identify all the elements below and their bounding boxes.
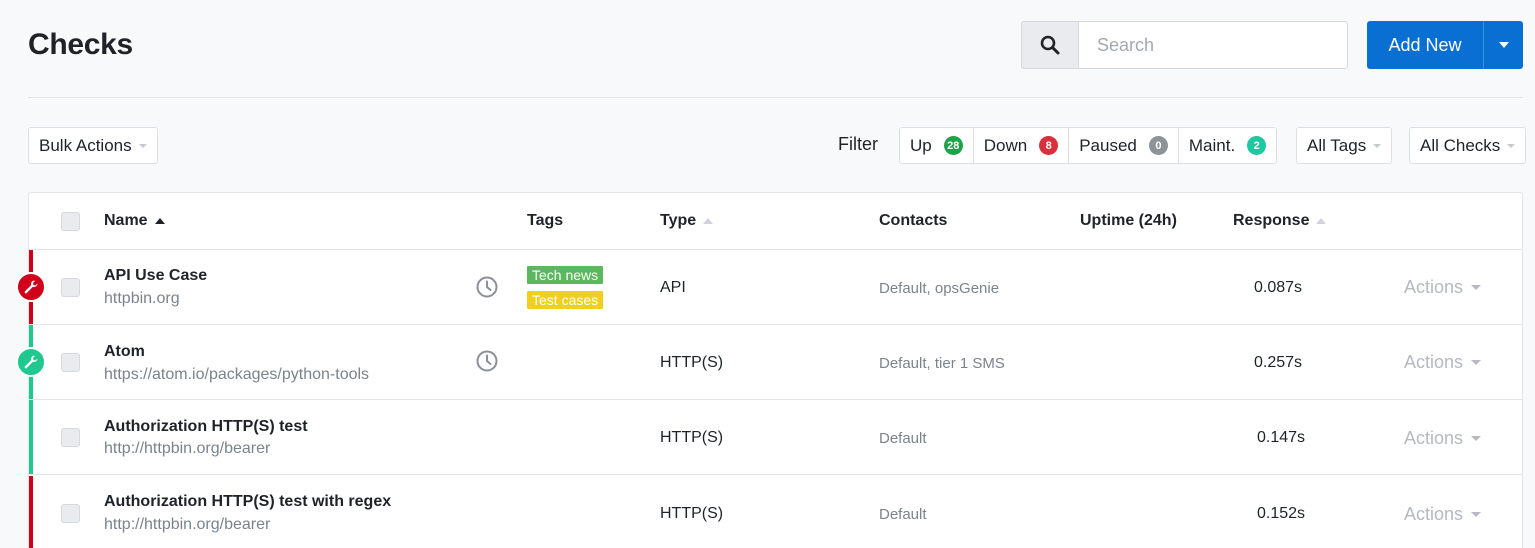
check-contacts: Default	[879, 430, 927, 447]
check-response: 0.257s	[1254, 354, 1303, 371]
column-header-response-label: Response	[1233, 212, 1310, 229]
column-header-type[interactable]: Type	[660, 212, 714, 230]
page-title: Checks	[28, 28, 133, 61]
check-name[interactable]: Authorization HTTP(S) test with regex	[104, 493, 391, 511]
filter-label-up: Up	[910, 135, 932, 155]
table-row[interactable]: Authorization HTTP(S) test http://httpbi…	[29, 400, 1522, 475]
count-badge-maintenance: 2	[1247, 136, 1267, 155]
column-header-uptime: Uptime (24h)	[1080, 212, 1177, 230]
column-header-uptime-label: Uptime (24h)	[1080, 212, 1177, 229]
table-row[interactable]: Atom https://atom.io/packages/python-too…	[16, 325, 1522, 400]
search-group	[1021, 21, 1348, 69]
row-actions-label: Actions	[1404, 504, 1464, 524]
row-actions-label: Actions	[1404, 428, 1464, 448]
check-url: http://httpbin.org/bearer	[104, 440, 271, 457]
sort-ascending-icon	[154, 218, 165, 224]
check-name[interactable]: Atom	[104, 343, 145, 361]
status-filter-group: Up 28 Down 8 Paused 0 Maint. 2	[899, 127, 1278, 164]
row-actions-dropdown[interactable]: Actions	[1404, 428, 1482, 449]
search-input[interactable]	[1078, 21, 1348, 69]
caret-down-icon	[1471, 512, 1482, 517]
row-actions-label: Actions	[1404, 352, 1464, 372]
sort-icon	[703, 218, 714, 224]
caret-down-icon	[1471, 360, 1482, 365]
filter-label-paused: Paused	[1079, 135, 1137, 155]
check-type: HTTP(S)	[660, 505, 724, 522]
table-header: Name Tags Type Contacts Uptime (24h) Res…	[29, 193, 1522, 250]
caret-down-icon	[1507, 143, 1516, 148]
sort-icon	[1316, 218, 1327, 224]
row-actions-label: Actions	[1404, 277, 1464, 297]
filter-up[interactable]: Up 28	[900, 128, 974, 163]
row-actions-dropdown[interactable]: Actions	[1404, 277, 1482, 298]
check-type: HTTP(S)	[660, 354, 724, 371]
row-actions-dropdown[interactable]: Actions	[1404, 504, 1482, 525]
filter-label-down: Down	[983, 135, 1028, 155]
check-type: API	[660, 279, 686, 296]
check-name[interactable]: Authorization HTTP(S) test	[104, 418, 308, 436]
check-url: https://atom.io/packages/python-tools	[104, 366, 370, 383]
header-divider	[28, 97, 1523, 98]
filter-maintenance[interactable]: Maint. 2	[1179, 128, 1276, 163]
column-header-contacts-label: Contacts	[879, 212, 948, 229]
column-header-contacts: Contacts	[879, 212, 947, 230]
all-tags-label: All Tags	[1307, 135, 1367, 155]
filter-label-maintenance: Maint.	[1188, 135, 1236, 155]
check-type: HTTP(S)	[660, 429, 724, 446]
check-contacts: Default, opsGenie	[879, 280, 1000, 297]
row-checkbox[interactable]	[61, 504, 80, 523]
caret-down-icon	[1471, 285, 1482, 290]
add-new-button[interactable]: Add New	[1367, 21, 1483, 69]
column-header-tags-label: Tags	[527, 212, 564, 229]
status-indicator-down	[29, 476, 33, 548]
check-response: 0.147s	[1257, 429, 1306, 446]
clock-icon	[476, 276, 498, 298]
column-header-name-label: Name	[104, 212, 148, 229]
wrench-icon	[16, 347, 46, 377]
column-header-name[interactable]: Name	[104, 212, 165, 230]
check-response: 0.152s	[1257, 505, 1306, 522]
row-checkbox[interactable]	[61, 428, 80, 447]
column-header-response[interactable]: Response	[1233, 212, 1327, 230]
check-url: httpbin.org	[104, 290, 180, 307]
status-indicator-up	[29, 400, 33, 474]
caret-down-icon	[138, 143, 147, 148]
table-row[interactable]: Authorization HTTP(S) test with regex ht…	[29, 476, 1522, 548]
all-checks-dropdown[interactable]: All Checks	[1409, 127, 1527, 164]
row-actions-dropdown[interactable]: Actions	[1404, 352, 1482, 373]
count-badge-paused: 0	[1148, 136, 1168, 155]
filter-label: Filter	[838, 134, 878, 154]
checks-table: Name Tags Type Contacts Uptime (24h) Res…	[16, 192, 1523, 548]
tag-badge[interactable]: Test cases	[527, 291, 604, 309]
count-badge-up: 28	[943, 136, 963, 155]
add-new-group: Add New	[1367, 21, 1523, 69]
column-header-tags: Tags	[527, 212, 563, 230]
filter-down[interactable]: Down 8	[974, 128, 1070, 163]
check-contacts: Default	[879, 506, 927, 523]
table-row[interactable]: API Use Case httpbin.org Tech news Test …	[16, 250, 1522, 325]
row-checkbox[interactable]	[61, 353, 80, 372]
select-all-checkbox[interactable]	[61, 212, 80, 231]
check-url: http://httpbin.org/bearer	[104, 516, 271, 533]
column-header-type-label: Type	[660, 212, 697, 229]
search-icon	[1040, 35, 1060, 55]
check-name[interactable]: API Use Case	[104, 267, 207, 285]
clock-icon	[476, 350, 498, 372]
caret-down-icon	[1498, 42, 1509, 48]
count-badge-down: 8	[1039, 136, 1059, 155]
bulk-actions-label: Bulk Actions	[39, 135, 132, 155]
all-tags-dropdown[interactable]: All Tags	[1296, 127, 1393, 164]
caret-down-icon	[1471, 436, 1482, 441]
search-button[interactable]	[1021, 21, 1078, 69]
tag-badge[interactable]: Tech news	[527, 266, 604, 284]
add-new-dropdown-toggle[interactable]	[1483, 21, 1523, 69]
wrench-icon	[16, 272, 46, 302]
bulk-actions-dropdown[interactable]: Bulk Actions	[28, 127, 158, 164]
caret-down-icon	[1373, 143, 1382, 148]
filter-paused[interactable]: Paused 0	[1069, 128, 1179, 163]
check-response: 0.087s	[1254, 279, 1303, 296]
all-checks-label: All Checks	[1420, 135, 1501, 155]
row-checkbox[interactable]	[61, 278, 80, 297]
check-contacts: Default, tier 1 SMS	[879, 355, 1005, 372]
